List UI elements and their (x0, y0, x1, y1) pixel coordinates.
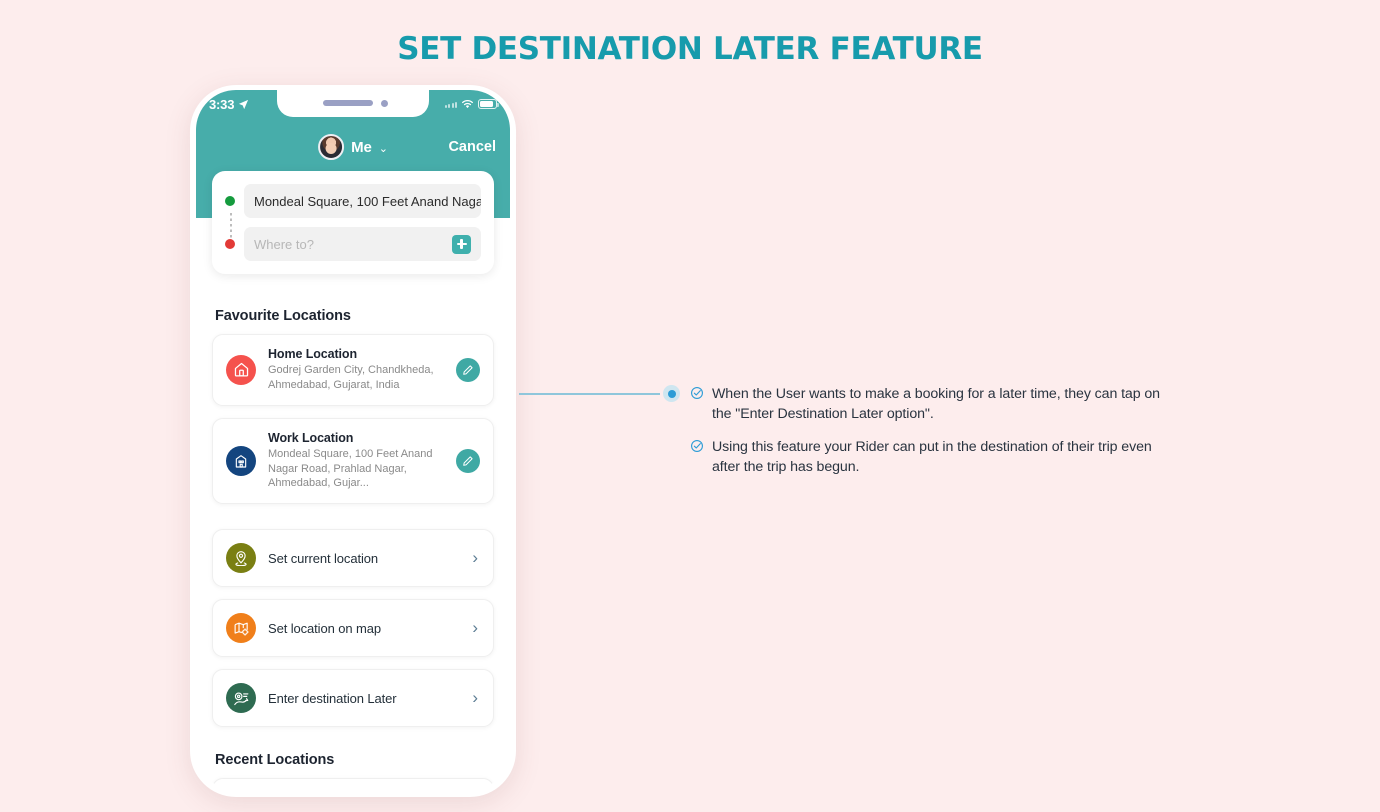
profile-label: Me (351, 138, 372, 156)
edit-work-button[interactable] (456, 448, 480, 473)
chevron-down-icon: ⌄ (378, 142, 388, 155)
action-label: Set location on map (268, 620, 382, 636)
action-label: Set current location (268, 550, 379, 566)
chevron-right-icon[interactable]: › (472, 618, 478, 638)
home-icon (226, 354, 256, 385)
favourite-address: Godrej Garden City, Chandkheda, Ahmedaba… (268, 364, 434, 391)
page-title: SET DESTINATION LATER FEATURE (397, 31, 983, 67)
phone-frame: 3:33 Me ⌄ Cancel Mondeal Square, 100 Fee… (196, 90, 510, 790)
chevron-right-icon[interactable]: › (472, 548, 478, 568)
destination-later-icon (226, 683, 256, 714)
annotation-text: Using this feature your Rider can put in… (712, 439, 1152, 476)
annotation-text: When the User wants to make a booking fo… (712, 386, 1160, 423)
annotation-connector-line (519, 393, 660, 395)
route-dashed-line (230, 213, 232, 240)
action-label: Enter destination Later (268, 690, 397, 706)
profile-selector[interactable]: Me ⌄ (318, 134, 388, 160)
recent-item[interactable]: Prahalad Nagar Cross Road, Prahlad Nagar… (212, 778, 494, 790)
cancel-button[interactable]: Cancel (448, 139, 496, 155)
destination-dot-icon (225, 239, 235, 249)
action-set-location-on-map[interactable]: Set location on map › (212, 599, 494, 658)
destination-row[interactable]: Where to? (225, 227, 481, 261)
recent-locations-title: Recent Locations (215, 752, 335, 769)
edit-home-button[interactable] (456, 357, 480, 382)
origin-row[interactable]: Mondeal Square, 100 Feet Anand Nagar... (225, 184, 481, 218)
office-building-icon (226, 445, 256, 476)
notch-speaker-icon (323, 100, 373, 106)
favourite-address: Mondeal Square, 100 Feet Anand Nagar Roa… (268, 447, 433, 490)
notch-camera-icon (381, 100, 388, 107)
avatar (318, 134, 345, 160)
screen-content: Favourite Locations Home Location Godrej… (196, 282, 510, 790)
signal-bars-icon (444, 100, 457, 108)
annotation-list: When the User wants to make a booking fo… (690, 384, 1180, 491)
action-set-current-location[interactable]: Set current location › (212, 529, 494, 588)
battery-icon (478, 99, 499, 109)
current-location-pin-icon (226, 543, 256, 574)
search-card: Mondeal Square, 100 Feet Anand Nagar... … (212, 171, 494, 274)
phone-notch (277, 90, 429, 117)
annotation-marker-dot (663, 385, 680, 402)
favourite-item-home[interactable]: Home Location Godrej Garden City, Chandk… (212, 334, 494, 406)
annotation-marker-core (667, 389, 676, 398)
phone-screen: 3:33 Me ⌄ Cancel Mondeal Square, 100 Fee… (196, 90, 510, 790)
map-settings-icon (226, 613, 256, 644)
action-enter-destination-later[interactable]: Enter destination Later › (212, 669, 494, 728)
status-time: 3:33 (209, 96, 235, 112)
favourite-item-work[interactable]: Work Location Mondeal Square, 100 Feet A… (212, 417, 494, 505)
annotation-item: Using this feature your Rider can put in… (690, 437, 1180, 477)
navigation-arrow-icon (239, 99, 249, 109)
wifi-icon (462, 100, 473, 109)
destination-placeholder: Where to? (254, 236, 314, 252)
plus-square-icon[interactable] (452, 234, 471, 254)
status-bar-right (444, 99, 499, 109)
work-text-block: Work Location Mondeal Square, 100 Feet A… (268, 431, 444, 492)
check-circle-icon (691, 387, 703, 399)
check-circle-icon (691, 440, 703, 453)
origin-input[interactable]: Mondeal Square, 100 Feet Anand Nagar... (244, 184, 481, 218)
favourite-locations-title: Favourite Locations (215, 308, 351, 324)
pencil-icon (463, 456, 473, 466)
origin-dot-icon (225, 196, 235, 206)
annotation-item: When the User wants to make a booking fo… (690, 384, 1180, 424)
favourite-title: Work Location (268, 430, 354, 445)
home-text-block: Home Location Godrej Garden City, Chandk… (268, 347, 444, 393)
favourite-title: Home Location (268, 347, 357, 361)
destination-input-wrapper[interactable]: Where to? (244, 227, 481, 261)
app-top-bar: Me ⌄ Cancel (196, 130, 510, 164)
chevron-right-icon[interactable]: › (472, 688, 478, 708)
pencil-icon (463, 365, 473, 375)
status-bar-left: 3:33 (209, 97, 249, 112)
